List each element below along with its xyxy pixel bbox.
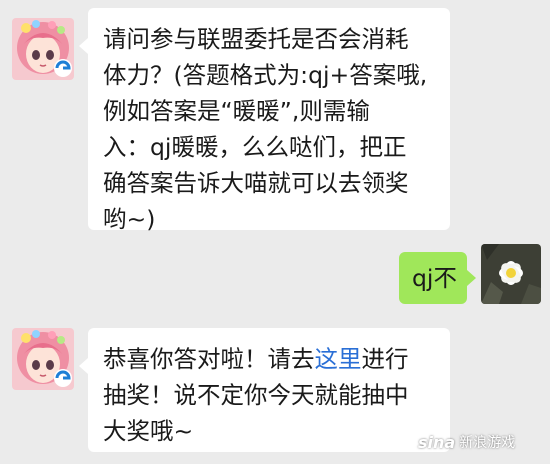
message-line: 入：qj暖暖，么么哒们，把正 (103, 133, 407, 161)
bubble-tail (79, 38, 88, 54)
bot-avatar[interactable] (12, 328, 74, 390)
message-text: 进行 (361, 345, 409, 373)
message-line: 例如答案是“暖暖”,则需输 (103, 97, 370, 125)
bot-avatar[interactable] (12, 18, 74, 80)
my-message-answer: qj不 (399, 252, 476, 304)
message-line: 大奖哦~ (103, 417, 194, 445)
bot-message-congrats: 恭喜你答对啦！请去这里进行 抽奖！说不定你今天就能抽中 大奖哦~ (79, 328, 450, 452)
message-line: 确答案告诉大喵就可以去领奖 (103, 169, 409, 197)
watermark-text: 新浪游戏 (459, 435, 516, 451)
lottery-link[interactable]: 这里 (315, 345, 362, 373)
sina-logo: sina (418, 432, 456, 452)
sina-games-watermark: sina 新浪游戏 (418, 432, 515, 452)
bubble-tail (467, 270, 476, 286)
message-line: 恭喜你答对啦！请去这里进行 (103, 341, 436, 377)
bot-message-question: 请问参与联盟委托是否会消耗 体力？(答题格式为:qj+答案哦, 例如答案是“暖暖… (79, 8, 450, 233)
message-line: 请问参与联盟委托是否会消耗 (103, 25, 409, 53)
bubble-tail (79, 358, 88, 374)
flower-avatar-icon (481, 244, 541, 304)
anime-girl-avatar-icon (12, 18, 74, 80)
anime-girl-avatar-icon (12, 328, 74, 390)
user-avatar[interactable] (481, 244, 541, 304)
message-line: 体力？(答题格式为:qj+答案哦, (103, 61, 428, 89)
message-text: qj不 (412, 264, 457, 292)
message-line: 哟~) (103, 205, 156, 233)
message-line: 抽奖！说不定你今天就能抽中 (103, 381, 409, 409)
message-text: 恭喜你答对啦！请去 (103, 345, 315, 373)
